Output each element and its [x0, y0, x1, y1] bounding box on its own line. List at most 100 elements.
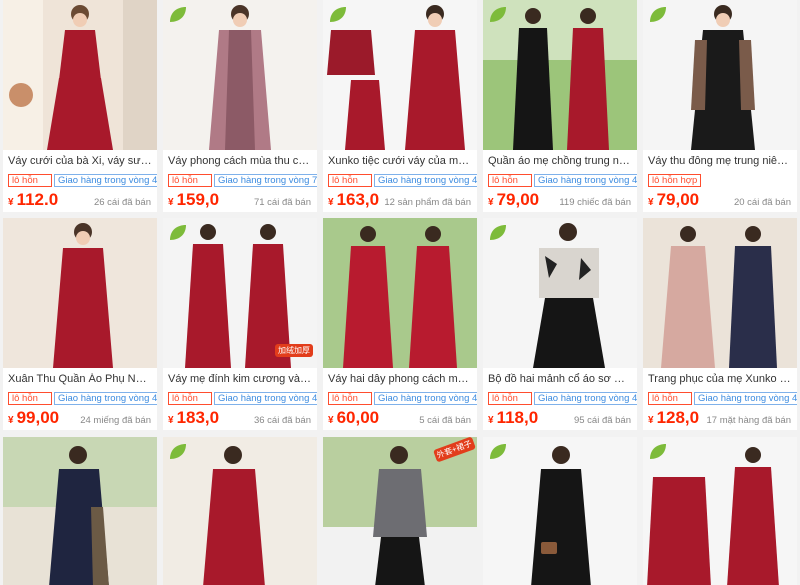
- sold-count: 36 cái đã bán: [253, 415, 311, 426]
- product-title[interactable]: Xunko tiệc cưới váy của mẹ lê ...: [328, 155, 472, 167]
- product-card[interactable]: [163, 437, 317, 585]
- sold-count: 24 miếng đã bán: [80, 415, 151, 426]
- price-value: 183,0: [176, 408, 220, 427]
- product-title[interactable]: Trang phục của mẹ Xunko Nian...: [648, 373, 792, 385]
- currency-symbol: ¥: [648, 415, 654, 426]
- product-price: ¥183,0: [168, 408, 219, 428]
- mixed-lot-tag: lô hỗn: [168, 392, 212, 405]
- currency-symbol: ¥: [648, 197, 654, 208]
- price-value: 60,00: [336, 408, 380, 427]
- product-card[interactable]: Váy cưới của bà Xi, váy sườn x... lô hỗn…: [3, 0, 157, 212]
- brand-leaf-logo-icon: [170, 225, 186, 240]
- brand-leaf-logo-icon: [170, 444, 186, 459]
- product-title[interactable]: Váy cưới của bà Xi, váy sườn x...: [8, 155, 152, 167]
- product-card[interactable]: Xuân Thu Quần Áo Phụ Nữ Tr... lô hỗn Giao…: [3, 218, 157, 430]
- product-image[interactable]: [323, 0, 477, 150]
- shipping-tag: Giao hàng trong vòng 72: [214, 174, 317, 187]
- sold-count: 119 chiếc đã bán: [559, 197, 631, 208]
- product-price: ¥60,00: [328, 408, 379, 428]
- mixed-lot-tag: lô hỗn: [648, 392, 692, 405]
- product-card[interactable]: Trang phục của mẹ Xunko Nian... lô hỗnGi…: [643, 218, 797, 430]
- product-title[interactable]: Váy hai dây phong cách mùa x...: [328, 373, 472, 385]
- mixed-lot-tag: lô hỗn hợp: [648, 174, 702, 187]
- mixed-lot-tag: lô hỗn: [488, 174, 532, 187]
- product-image[interactable]: [3, 437, 157, 585]
- product-image[interactable]: [323, 218, 477, 368]
- product-title[interactable]: Bộ đồ hai mảnh cổ áo sơ mi m...: [488, 373, 632, 385]
- product-title[interactable]: Váy mẹ đính kim cương và nhu...: [168, 373, 312, 385]
- price-value: 99,00: [16, 408, 60, 427]
- shipping-tag: Giao hàng trong vòng 48: [534, 174, 637, 187]
- product-card[interactable]: 外套+裙子: [323, 437, 477, 585]
- product-grid: Váy cưới của bà Xi, váy sườn x... lô hỗn…: [0, 0, 800, 585]
- brand-leaf-logo-icon: [490, 7, 506, 22]
- currency-symbol: ¥: [8, 415, 14, 426]
- price-value: 118,0: [496, 408, 539, 427]
- product-image[interactable]: [483, 218, 637, 368]
- price-value: 112.0: [16, 190, 59, 209]
- product-image[interactable]: 加绒加厚: [163, 218, 317, 368]
- shipping-tag: Giao hàng trong vòng 48: [534, 392, 637, 405]
- product-card[interactable]: Váy phong cách mùa thu của ... lô hỗn Gia…: [163, 0, 317, 212]
- product-price: ¥99,00: [8, 408, 59, 428]
- currency-symbol: ¥: [488, 197, 494, 208]
- product-card[interactable]: Bộ đồ hai mảnh cổ áo sơ mi m... lô hỗn Gi…: [483, 218, 637, 430]
- sold-count: 71 cái đã bán: [253, 197, 311, 208]
- product-price: ¥79,00: [648, 190, 699, 210]
- mixed-lot-tag: lô hỗn: [328, 174, 372, 187]
- product-image[interactable]: 外套+裙子: [323, 437, 477, 585]
- product-card[interactable]: Váy hai dây phong cách mùa x... lô hỗn Gi…: [323, 218, 477, 430]
- shipping-tag: Giao hàng trong vòng 48: [374, 392, 477, 405]
- sold-count: 12 sản phẩm đã bán: [384, 197, 471, 208]
- product-title[interactable]: Quần áo mẹ chồng trung niên...: [488, 155, 632, 167]
- brand-leaf-logo-icon: [170, 7, 186, 22]
- sold-count: 5 cái đã bán: [419, 415, 471, 426]
- product-card[interactable]: [643, 437, 797, 585]
- mixed-lot-tag: lô hỗn: [328, 392, 372, 405]
- product-card[interactable]: 加绒加厚 Váy mẹ đính kim cương và nhu... lô …: [163, 218, 317, 430]
- currency-symbol: ¥: [168, 415, 174, 426]
- product-card[interactable]: Xunko tiệc cưới váy của mẹ lê ... lô hỗn…: [323, 0, 477, 212]
- price-value: 79,00: [496, 190, 540, 209]
- currency-symbol: ¥: [488, 415, 494, 426]
- product-title[interactable]: Váy thu đông mẹ trung niên k...: [648, 155, 792, 167]
- product-price: ¥79,00: [488, 190, 539, 210]
- sold-count: 26 cái đã bán: [93, 197, 151, 208]
- product-card[interactable]: Quần áo mẹ chồng trung niên... lô hỗn Gia…: [483, 0, 637, 212]
- product-card[interactable]: Váy thu đông mẹ trung niên k... lô hỗn h…: [643, 0, 797, 212]
- mixed-lot-tag: lô hỗn: [168, 174, 212, 187]
- product-title[interactable]: Xuân Thu Quần Áo Phụ Nữ Tr...: [8, 373, 152, 385]
- product-image[interactable]: [643, 437, 797, 585]
- brand-leaf-logo-icon: [650, 444, 666, 459]
- sold-count: 17 mặt hàng đã bán: [706, 415, 791, 426]
- price-value: 163,0: [336, 190, 380, 209]
- brand-leaf-logo-icon: [490, 444, 506, 459]
- shipping-tag: Giao hàng trong vòng 48: [54, 392, 157, 405]
- product-image[interactable]: [163, 437, 317, 585]
- product-image[interactable]: [643, 0, 797, 150]
- product-image[interactable]: [3, 0, 157, 150]
- price-value: 159,0: [176, 190, 220, 209]
- currency-symbol: ¥: [328, 197, 334, 208]
- product-image[interactable]: [643, 218, 797, 368]
- brand-leaf-logo-icon: [330, 7, 346, 22]
- currency-symbol: ¥: [328, 415, 334, 426]
- product-title[interactable]: Váy phong cách mùa thu của ...: [168, 155, 312, 167]
- product-price: ¥128,0: [648, 408, 699, 428]
- product-price: ¥163,0: [328, 190, 379, 210]
- product-image[interactable]: [163, 0, 317, 150]
- product-image[interactable]: [483, 0, 637, 150]
- brand-leaf-logo-icon: [650, 7, 666, 22]
- product-card[interactable]: [3, 437, 157, 585]
- product-image[interactable]: [3, 218, 157, 368]
- product-card[interactable]: [483, 437, 637, 585]
- product-image[interactable]: [483, 437, 637, 585]
- shipping-tag: Giao hàng trong vòng 48: [694, 392, 797, 405]
- brand-leaf-logo-icon: [490, 225, 506, 240]
- mixed-lot-tag: lô hỗn: [8, 174, 52, 187]
- image-badge: 加绒加厚: [275, 344, 313, 357]
- sold-count: 95 cái đã bán: [573, 415, 631, 426]
- shipping-tag: Giao hàng trong vòng 48: [374, 174, 477, 187]
- product-price: ¥112.0: [8, 190, 58, 210]
- currency-symbol: ¥: [168, 197, 174, 208]
